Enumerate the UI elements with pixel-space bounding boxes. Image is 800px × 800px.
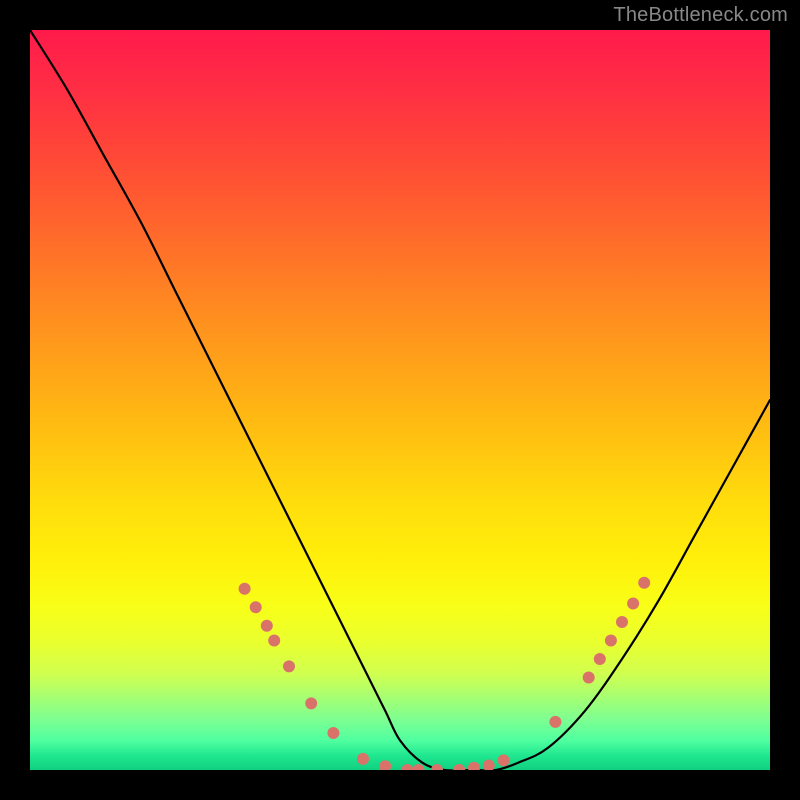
highlight-dot — [483, 760, 495, 770]
highlight-dot — [594, 653, 606, 665]
highlight-dot — [549, 716, 561, 728]
highlight-dot — [638, 577, 650, 589]
highlight-dot — [239, 583, 251, 595]
bottleneck-curve — [30, 30, 770, 770]
highlight-dot — [605, 635, 617, 647]
highlight-dot — [250, 601, 262, 613]
highlight-dot — [498, 754, 510, 766]
highlight-dot — [357, 753, 369, 765]
highlight-dot — [268, 635, 280, 647]
highlight-dots — [239, 577, 651, 770]
highlight-dot — [327, 727, 339, 739]
highlight-dot — [413, 764, 425, 770]
highlight-dot — [305, 697, 317, 709]
highlight-dot — [583, 672, 595, 684]
highlight-dot — [616, 616, 628, 628]
highlight-dot — [627, 598, 639, 610]
highlight-dot — [468, 762, 480, 770]
highlight-dot — [453, 764, 465, 770]
highlight-dot — [431, 764, 443, 770]
chart-svg — [30, 30, 770, 770]
highlight-dot — [261, 620, 273, 632]
chart-frame: TheBottleneck.com — [0, 0, 800, 800]
plot-area — [30, 30, 770, 770]
highlight-dot — [401, 764, 413, 770]
watermark-text: TheBottleneck.com — [613, 4, 788, 27]
highlight-dot — [283, 660, 295, 672]
highlight-dot — [379, 760, 391, 770]
